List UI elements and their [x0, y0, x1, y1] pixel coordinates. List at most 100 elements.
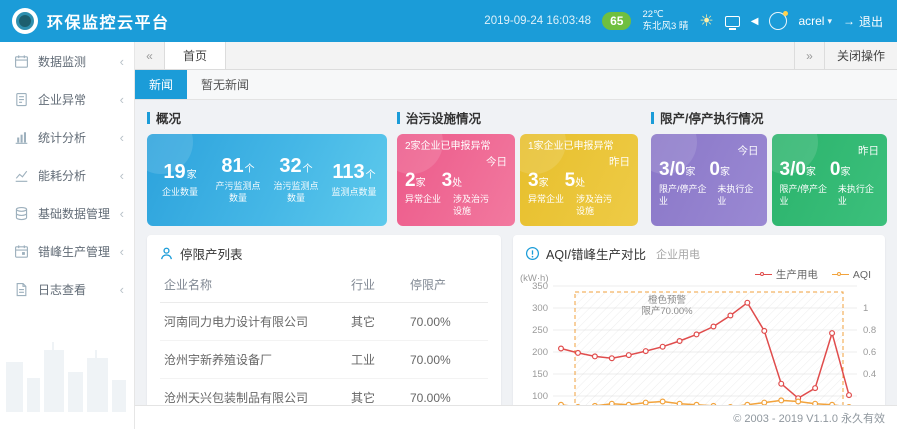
sidebar-item-base-data[interactable]: 基础数据管理 ‹ — [0, 194, 134, 232]
legend-marker-icon — [832, 271, 849, 279]
title-bar-icon — [147, 112, 150, 124]
top-header: 环保监控云平台 2019-09-24 16:03:48 65 22℃ 东北风3 … — [0, 0, 897, 42]
stat-monitor-points: 113个 监测点数量 — [329, 161, 379, 199]
sidebar-item-energy[interactable]: 能耗分析 ‹ — [0, 156, 134, 194]
calendar-grid-icon — [14, 54, 29, 69]
suspension-list-panel: 停限产列表 企业名称 行业 停限产 — [147, 235, 501, 429]
sidebar-item-logs[interactable]: 日志查看 ‹ — [0, 270, 134, 308]
aqi-chart-panel: AQI/错峰生产对比 企业用电 生产用电 AQI — [513, 235, 885, 429]
caret-down-icon: ▾ — [827, 16, 832, 27]
section-title: 概况 — [147, 108, 387, 127]
monitor-icon[interactable] — [725, 16, 740, 27]
section-overview: 概况 19家 企业数量 81个 产污监测点数量 — [147, 100, 387, 226]
header-tools: 2019-09-24 16:03:48 65 22℃ 东北风3 晴 ☀ ◀ ac… — [484, 9, 883, 33]
table-header-row: 企业名称 行业 停限产 — [160, 268, 488, 303]
sidebar-item-label: 日志查看 — [38, 281, 86, 298]
logout-icon: → — [843, 14, 855, 28]
pollution-card-yesterday: 1家企业已申报异常 昨日 3家 5处 异常企业 涉及治污设施 — [520, 134, 638, 226]
tab-news[interactable]: 新闻 — [135, 70, 187, 99]
person-icon — [159, 246, 174, 261]
calendar-icon — [14, 244, 29, 259]
tab-home[interactable]: 首页 — [165, 42, 226, 69]
chevron-left-icon: ‹ — [120, 168, 124, 183]
line-chart-icon — [14, 168, 29, 183]
section-pollution-facilities: 治污设施情况 2家企业已申报异常 今日 2家 3处 — [397, 100, 641, 226]
sidebar-item-data-monitor[interactable]: 数据监测 ‹ — [0, 42, 134, 80]
copyright: © 2003 - 2019 V1.1.0 永久有效 — [733, 410, 885, 426]
section-title: 治污设施情况 — [397, 108, 641, 127]
cell-industry: 工业 — [347, 341, 406, 379]
scroll-tabs-button[interactable]: » — [794, 42, 824, 69]
logout-label: 退出 — [859, 13, 883, 30]
chevron-left-icon: ‹ — [120, 130, 124, 145]
chevron-left-icon: ‹ — [120, 282, 124, 297]
chart-legend: 生产用电 AQI — [755, 267, 871, 282]
sidebar-item-label: 企业异常 — [38, 91, 86, 108]
city-skyline — [0, 320, 134, 417]
svg-text:1: 1 — [863, 303, 868, 314]
limit-card-yesterday: 昨日 3/0家 0家 限产/停产企业 未执行企业 — [772, 134, 888, 226]
sidebar-item-label: 数据监测 — [38, 53, 86, 70]
col-company: 企业名称 — [160, 268, 347, 303]
log-file-icon — [14, 282, 29, 297]
app-logo-icon — [12, 8, 38, 34]
weather-sun-icon: ☀ — [699, 11, 713, 31]
svg-text:150: 150 — [532, 369, 548, 380]
col-industry: 行业 — [347, 268, 406, 303]
svg-text:300: 300 — [532, 303, 548, 314]
chart-subtitle: 企业用电 — [656, 246, 700, 262]
weather-block: 22℃ 东北风3 晴 — [642, 9, 688, 33]
panel-title: 停限产列表 — [147, 235, 501, 268]
panel-title: AQI/错峰生产对比 企业用电 — [513, 235, 885, 268]
document-icon — [14, 92, 29, 107]
sidebar-item-label: 统计分析 — [38, 129, 86, 146]
limit-card-today: 今日 3/0家 0家 限产/停产企业 未执行企业 — [651, 134, 767, 226]
svg-text:限产70.00%: 限产70.00% — [641, 305, 693, 317]
table-row[interactable]: 河南同力电力设计有限公司 其它 70.00% — [160, 303, 488, 341]
section-title: 限产/停产执行情况 — [651, 108, 887, 127]
sidebar-item-label: 能耗分析 — [38, 167, 86, 184]
pollution-card-today: 2家企业已申报异常 今日 2家 3处 异常企业 涉及治污设施 — [397, 134, 515, 226]
sidebar-item-statistics[interactable]: 统计分析 ‹ — [0, 118, 134, 156]
cell-percent: 70.00% — [406, 303, 488, 341]
app-title: 环保监控云平台 — [47, 9, 170, 33]
chevron-left-icon: ‹ — [120, 244, 124, 259]
sidebar-item-enterprise-abnormal[interactable]: 企业异常 ‹ — [0, 80, 134, 118]
avatar-icon[interactable] — [769, 12, 787, 30]
sidebar-item-peak-production[interactable]: 错峰生产管理 ‹ — [0, 232, 134, 270]
section-production-limit: 限产/停产执行情况 今日 3/0家 0家 限产/停产企业 — [651, 100, 887, 226]
news-tabbar: 新闻 暂无新闻 — [135, 70, 897, 100]
svg-text:100: 100 — [532, 391, 548, 402]
cell-company: 沧州宇新养殖设备厂 — [160, 341, 347, 379]
page-tabbar: « 首页 » 关闭操作 — [135, 42, 897, 70]
weather-desc: 东北风3 晴 — [642, 21, 688, 33]
close-operations-menu[interactable]: 关闭操作 — [824, 42, 897, 69]
table-row[interactable]: 沧州宇新养殖设备厂 工业 70.00% — [160, 341, 488, 379]
aqi-badge: 65 — [602, 12, 631, 30]
speaker-icon[interactable]: ◀ — [751, 16, 759, 27]
tab-no-news[interactable]: 暂无新闻 — [187, 70, 263, 99]
overview-card: 19家 企业数量 81个 产污监测点数量 32个 治污监测点数量 — [147, 134, 387, 226]
sidebar: 数据监测 ‹ 企业异常 ‹ 统计分析 ‹ 能耗 — [0, 42, 135, 429]
dashboard: 概况 19家 企业数量 81个 产污监测点数量 — [135, 100, 897, 429]
svg-text:橙色预警: 橙色预警 — [648, 294, 687, 306]
stat-treatment-points: 32个 治污监测点数量 — [271, 155, 321, 204]
cell-percent: 70.00% — [406, 341, 488, 379]
collapse-tabs-button[interactable]: « — [135, 42, 165, 69]
chevron-left-icon: ‹ — [120, 92, 124, 107]
title-bar-icon — [651, 112, 654, 124]
stat-cards-row: 概况 19家 企业数量 81个 产污监测点数量 — [147, 100, 885, 226]
legend-item-aqi[interactable]: AQI — [832, 269, 871, 281]
logout-button[interactable]: → 退出 — [843, 13, 883, 30]
col-percent: 停限产 — [406, 268, 488, 303]
cell-company: 河南同力电力设计有限公司 — [160, 303, 347, 341]
legend-item-power[interactable]: 生产用电 — [755, 267, 818, 282]
chart-title: AQI/错峰生产对比 — [546, 244, 646, 263]
legend-marker-icon — [755, 271, 772, 279]
bottom-panels: 停限产列表 企业名称 行业 停限产 — [147, 235, 885, 429]
sidebar-item-label: 错峰生产管理 — [38, 243, 110, 260]
brand: 环保监控云平台 — [12, 8, 170, 34]
stat-enterprises: 19家 企业数量 — [155, 161, 205, 199]
user-menu[interactable]: acrel ▾ — [798, 14, 832, 28]
username: acrel — [798, 14, 824, 28]
